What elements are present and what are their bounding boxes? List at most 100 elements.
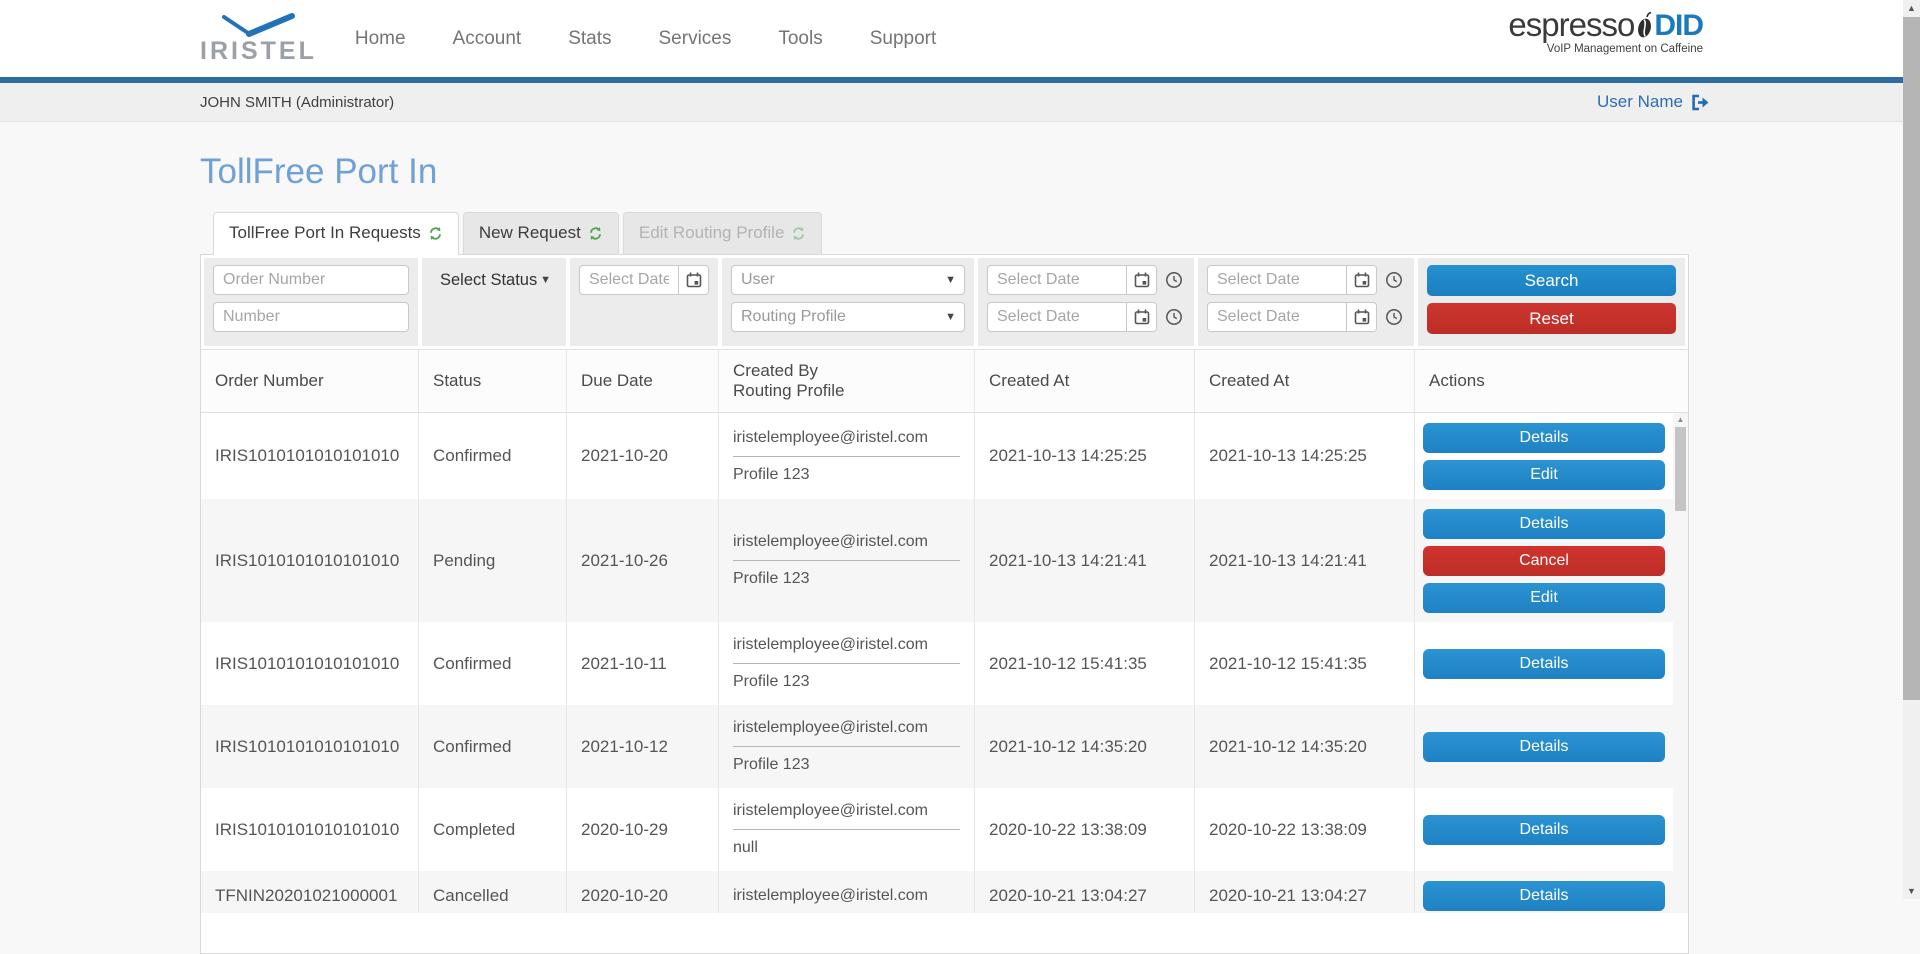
cell-created-at-1: 2021-10-13 14:21:41 <box>975 499 1195 622</box>
cell-actions: Details <box>1415 622 1673 705</box>
created-by-email: iristelemployee@iristel.com <box>733 429 960 447</box>
cell-created-by: iristelemployee@iristel.com <box>719 871 975 913</box>
created-to-input[interactable] <box>988 308 1126 326</box>
tab-new-request[interactable]: New Request <box>463 212 619 254</box>
column-header-created-by: Created By Routing Profile <box>719 350 975 412</box>
tab-tollfree-port-in-requests[interactable]: TollFree Port In Requests <box>213 212 459 255</box>
edit-button[interactable]: Edit <box>1423 583 1665 613</box>
search-button[interactable]: Search <box>1427 265 1676 296</box>
cell-due-date: 2021-10-26 <box>567 499 719 622</box>
main-nav: Home Account Stats Services Tools Suppor… <box>355 28 936 50</box>
table-row: IRIS1010101010101010 Pending 2021-10-26 … <box>201 499 1673 622</box>
details-button[interactable]: Details <box>1423 732 1665 762</box>
brand-name: IRISTEL <box>200 39 317 64</box>
nav-item-tools[interactable]: Tools <box>778 28 822 50</box>
created-by-email: iristelemployee@iristel.com <box>733 802 960 820</box>
scroll-up-arrow[interactable]: ▲ <box>1673 415 1688 424</box>
cell-created-at-1: 2021-10-13 14:25:25 <box>975 413 1195 499</box>
cell-created-by: iristelemployee@iristel.com Profile 123 <box>719 499 975 622</box>
created-to-input-2[interactable] <box>1208 308 1346 326</box>
logo-tagline: VoIP Management on Caffeine <box>1508 43 1703 55</box>
nav-item-services[interactable]: Services <box>659 28 732 50</box>
nav-item-home[interactable]: Home <box>355 28 406 50</box>
clock-icon[interactable] <box>1383 271 1405 289</box>
clock-icon[interactable] <box>1163 271 1185 289</box>
cell-order-number: TFNIN20201021000001 <box>201 871 419 913</box>
details-button[interactable]: Details <box>1423 815 1665 845</box>
user-bar: JOHN SMITH (Administrator) User Name <box>0 83 1920 122</box>
cell-created-at-2: 2020-10-21 13:04:27 <box>1195 871 1415 913</box>
tab-bar: TollFree Port In Requests New Request Ed… <box>213 212 1920 254</box>
table-header: Order Number Status Due Date Created By … <box>201 349 1688 413</box>
due-date-input[interactable] <box>580 271 678 289</box>
cell-due-date: 2021-10-20 <box>567 413 719 499</box>
chevron-down-icon: ▼ <box>540 274 551 286</box>
calendar-icon[interactable] <box>678 266 708 294</box>
order-number-input[interactable] <box>213 265 409 295</box>
nav-item-account[interactable]: Account <box>453 28 522 50</box>
clock-icon[interactable] <box>1163 308 1185 326</box>
cell-due-date: 2021-10-12 <box>567 705 719 788</box>
requests-panel: Select Status ▼ <box>200 254 1689 954</box>
table-body-wrap: IRIS1010101010101010 Confirmed 2021-10-2… <box>201 413 1688 913</box>
cell-divider <box>733 456 960 457</box>
page-scrollbar-thumb[interactable] <box>1903 17 1920 700</box>
clock-icon[interactable] <box>1383 308 1405 326</box>
calendar-icon[interactable] <box>1126 266 1156 294</box>
routing-profile-name: Profile 123 <box>733 466 960 484</box>
filter-cell-order-number <box>204 258 418 346</box>
cell-created-at-2: 2021-10-12 15:41:35 <box>1195 622 1415 705</box>
tab-label: TollFree Port In Requests <box>229 223 421 243</box>
number-input[interactable] <box>213 302 409 332</box>
created-from-input-2[interactable] <box>1208 271 1346 289</box>
calendar-icon[interactable] <box>1126 303 1156 331</box>
nav-item-stats[interactable]: Stats <box>568 28 611 50</box>
details-button[interactable]: Details <box>1423 649 1665 679</box>
filter-cell-buttons: Search Reset <box>1418 258 1685 346</box>
cancel-button[interactable]: Cancel <box>1423 546 1665 576</box>
chevron-down-icon: ▼ <box>945 274 956 286</box>
status-select[interactable]: Select Status ▼ <box>431 265 557 295</box>
tab-edit-routing-profile[interactable]: Edit Routing Profile <box>623 212 823 254</box>
details-button[interactable]: Details <box>1423 423 1665 453</box>
column-header-created-at-2: Created At <box>1195 350 1415 412</box>
reset-button[interactable]: Reset <box>1427 303 1676 334</box>
table-scrollbar-thumb[interactable] <box>1675 427 1686 511</box>
iristel-check-icon <box>218 13 298 39</box>
filter-cell-due-date <box>570 258 718 346</box>
coffee-bean-icon <box>1636 11 1653 41</box>
nav-item-support[interactable]: Support <box>870 28 937 50</box>
calendar-icon[interactable] <box>1346 266 1376 294</box>
cell-created-at-1: 2021-10-12 15:41:35 <box>975 622 1195 705</box>
table-scrollbar[interactable]: ▲ <box>1673 413 1688 913</box>
column-header-status: Status <box>419 350 567 412</box>
cell-created-at-1: 2020-10-22 13:38:09 <box>975 788 1195 871</box>
user-select[interactable]: User ▼ <box>731 265 965 295</box>
scroll-down-arrow[interactable]: ▼ <box>1903 886 1920 896</box>
edit-button[interactable]: Edit <box>1423 460 1665 490</box>
cell-created-at-2: 2020-10-22 13:38:09 <box>1195 788 1415 871</box>
cell-order-number: IRIS1010101010101010 <box>201 788 419 871</box>
created-from-input[interactable] <box>988 271 1126 289</box>
scroll-up-arrow[interactable]: ▲ <box>1903 3 1920 13</box>
logo-did-text: DID <box>1654 11 1703 41</box>
cell-actions: Details <box>1415 871 1673 913</box>
tab-label: Edit Routing Profile <box>639 223 785 243</box>
filter-cell-created-at-1 <box>978 258 1194 346</box>
routing-profile-select[interactable]: Routing Profile ▼ <box>731 302 965 332</box>
details-button[interactable]: Details <box>1423 881 1665 911</box>
column-header-created-at-1: Created At <box>975 350 1195 412</box>
account-menu-link[interactable]: User Name <box>1597 92 1710 112</box>
iristel-logo[interactable]: IRISTEL <box>200 13 317 64</box>
cell-status: Cancelled <box>419 871 567 913</box>
cell-actions: Details Edit <box>1415 413 1673 499</box>
refresh-icon <box>588 226 603 241</box>
cell-status: Confirmed <box>419 705 567 788</box>
page-scrollbar[interactable]: ▲ ▼ <box>1903 0 1920 899</box>
cell-actions: Details <box>1415 788 1673 871</box>
logged-in-user: JOHN SMITH (Administrator) <box>200 94 394 111</box>
cell-divider <box>733 829 960 830</box>
details-button[interactable]: Details <box>1423 509 1665 539</box>
calendar-icon[interactable] <box>1346 303 1376 331</box>
table-row: IRIS1010101010101010 Confirmed 2021-10-2… <box>201 413 1673 499</box>
